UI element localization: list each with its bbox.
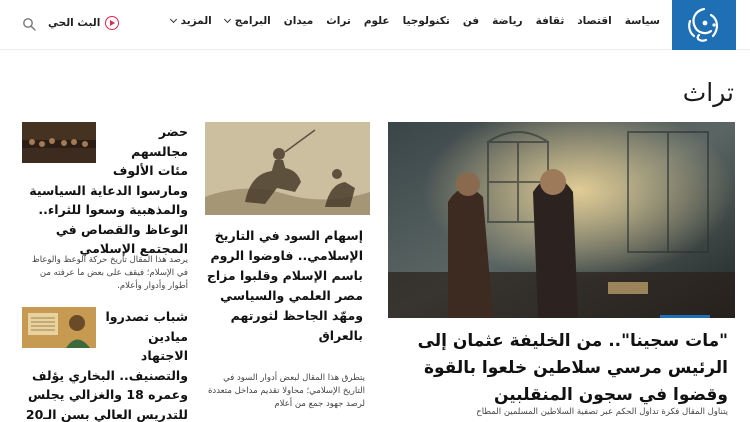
nav-item-science[interactable]: علوم [364, 15, 390, 27]
main-nav: سياسة اقتصاد ثقافة رياضة فن تكنولوجيا عل… [169, 15, 660, 27]
headline-image-spacer [22, 122, 102, 164]
nav-item-heritage[interactable]: تراث [326, 15, 351, 27]
nav-item-art[interactable]: فن [463, 15, 479, 27]
nav-item-politics[interactable]: سياسة [625, 15, 660, 27]
nav-item-economy[interactable]: اقتصاد [577, 15, 611, 27]
nav-item-programs[interactable]: البرامج [223, 15, 271, 27]
nav-item-culture[interactable]: ثقافة [536, 15, 565, 27]
play-circle-icon [105, 16, 120, 30]
logo-mark [688, 7, 718, 42]
middle-article-excerpt: يتطرق هذا المقال لبعض أدوار السود في الت… [207, 373, 365, 409]
page-title: تراث [682, 78, 734, 107]
live-stream-link[interactable]: البث الحي [48, 16, 120, 30]
site-header: سياسة اقتصاد ثقافة رياضة فن تكنولوجيا عل… [0, 0, 750, 50]
nav-item-midan[interactable]: ميدان [284, 15, 313, 27]
aljazeera-logo-icon[interactable] [672, 0, 736, 50]
side-article-1-excerpt: يرصد هذا المقال تاريخ حركة الوعظ والوعاظ… [31, 255, 188, 291]
main-image-accent-bar [660, 315, 710, 318]
side-article-2-headline-block: شباب تصدروا ميادين الاجتهاد والتصنيف.. ا… [22, 307, 188, 422]
headline-image-spacer [22, 307, 102, 349]
main-article-headline[interactable]: "مات سجينا".. من الخليفة عثمان إلى الرئي… [406, 328, 728, 409]
live-label: البث الحي [48, 17, 101, 29]
nav-item-more[interactable]: المزيد [169, 15, 212, 27]
search-icon[interactable] [22, 16, 36, 31]
main-article-image[interactable] [388, 122, 735, 318]
nav-item-technology[interactable]: تكنولوجيا [403, 15, 450, 27]
chevron-down-icon [223, 15, 231, 24]
middle-article-image[interactable] [205, 122, 370, 215]
middle-article-headline[interactable]: إسهام السود في التاريخ الإسلامي.. فاوضوا… [205, 226, 363, 346]
chevron-down-icon [169, 15, 177, 24]
side-article-1-headline-block: حضر مجالسهم مئات الألوف ومارسوا الدعاية … [22, 122, 188, 259]
main-article-excerpt: يتناول المقال فكرة تداول الحكم عبر تصفية… [476, 407, 728, 417]
nav-item-sports[interactable]: رياضة [492, 15, 522, 27]
